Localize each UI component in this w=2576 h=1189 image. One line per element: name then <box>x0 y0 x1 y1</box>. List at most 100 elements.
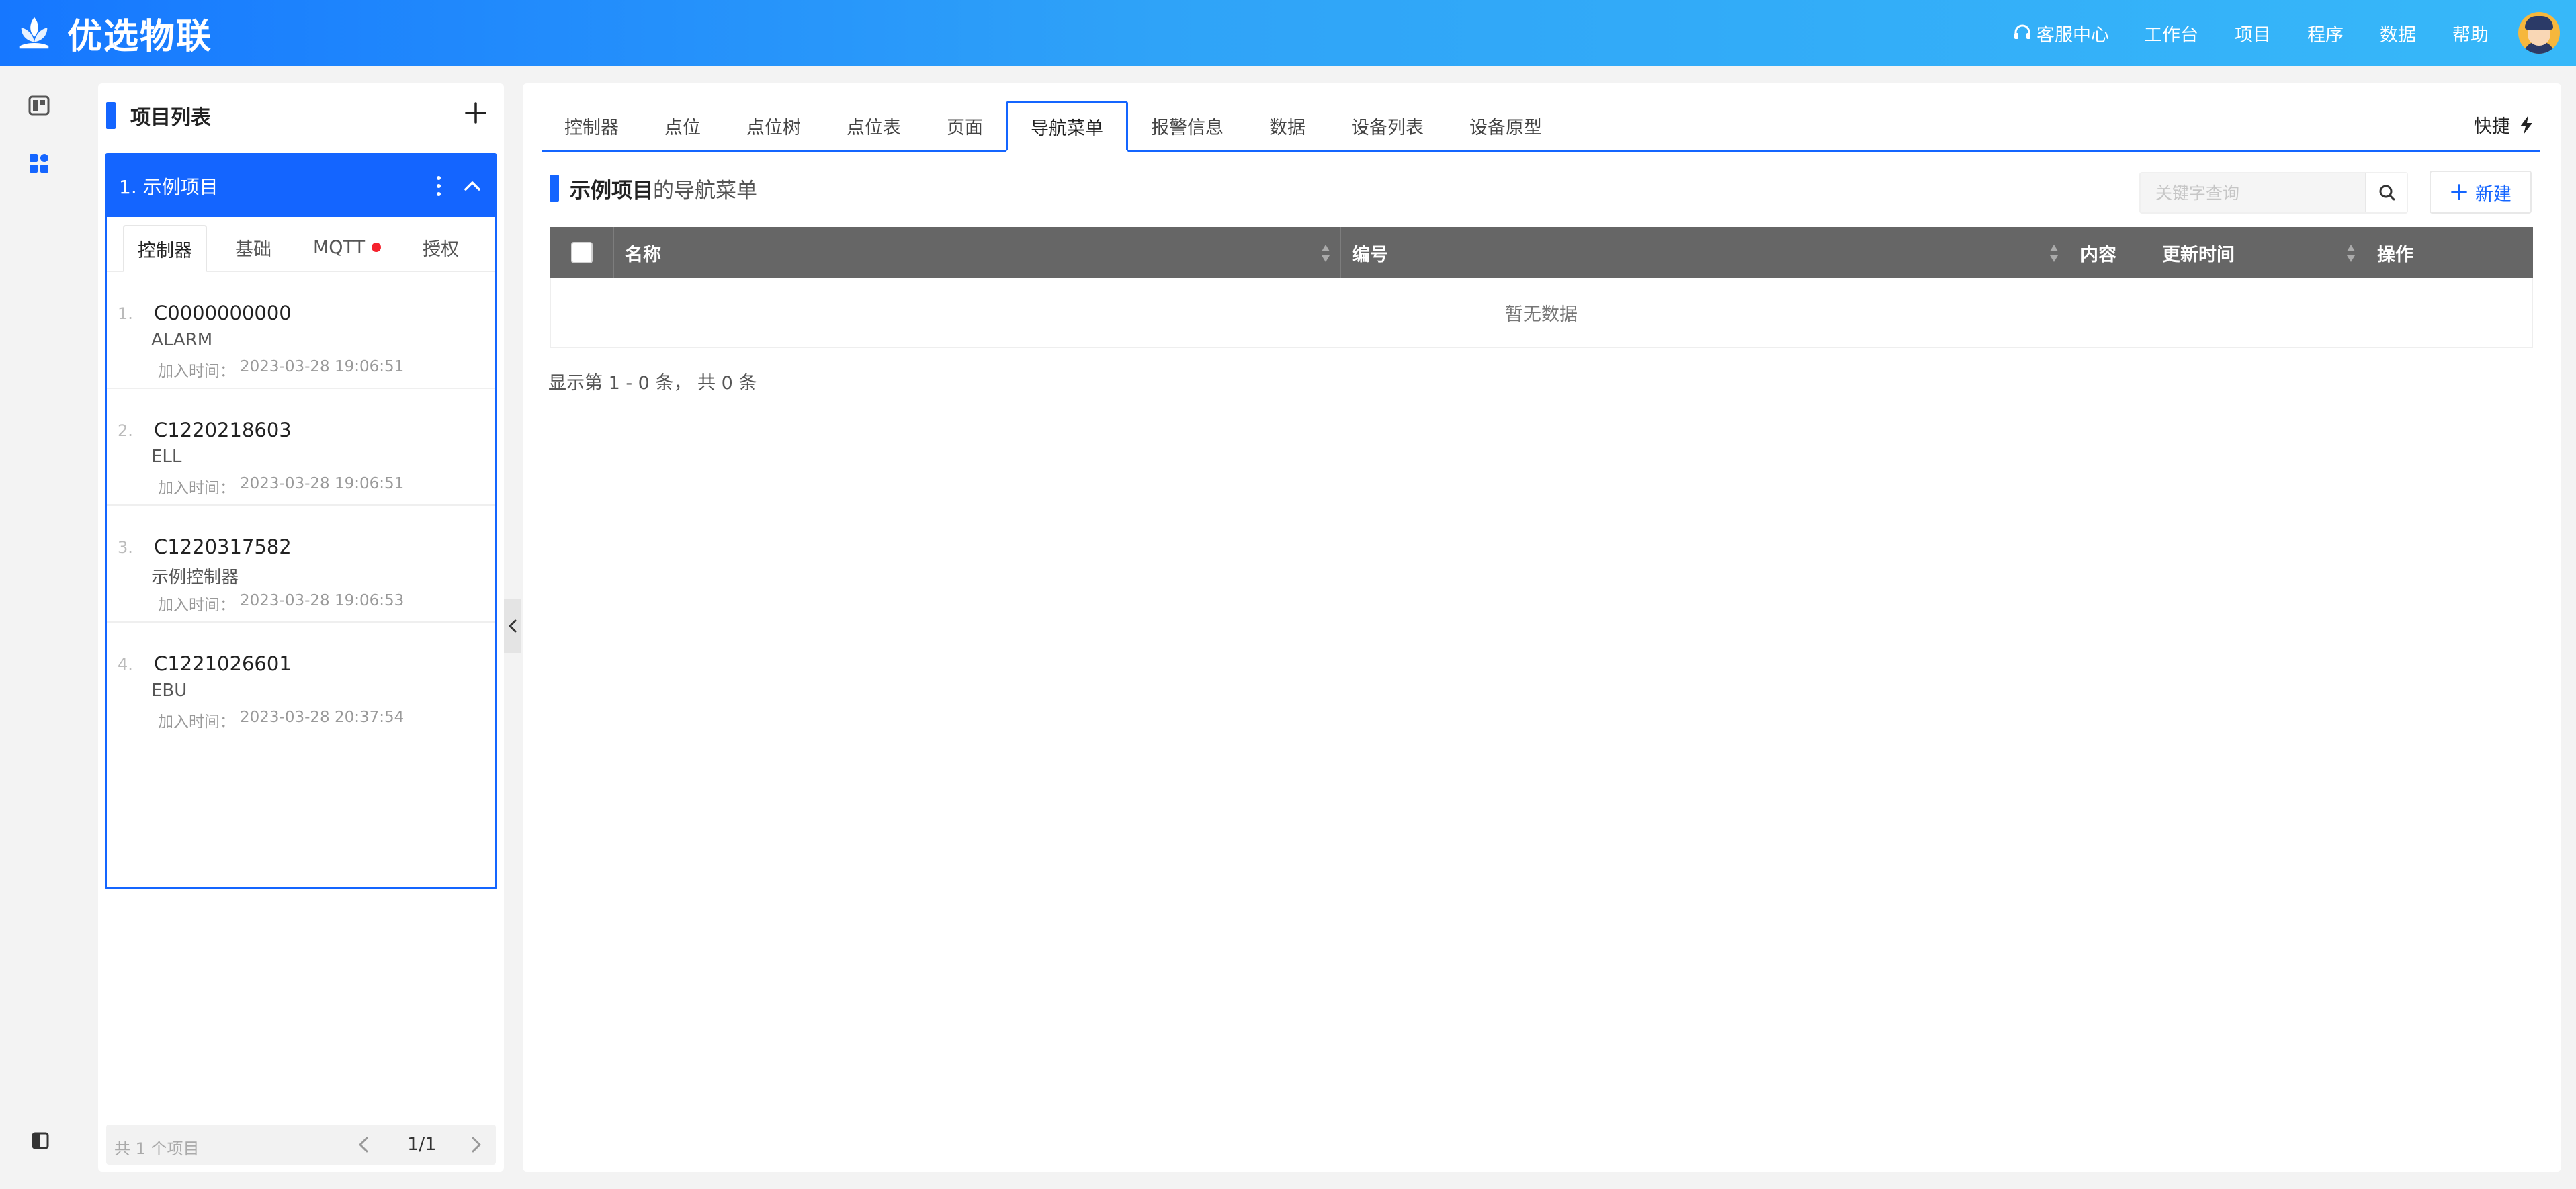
table-header: 名称 编号 内容 更新时间 操作 <box>550 227 2533 278</box>
app-name: 优选物联 <box>67 16 213 57</box>
controller-time-label: 加入时间： <box>158 480 235 497</box>
controller-code: C1220317582 <box>154 535 292 558</box>
tab-device-prototype[interactable]: 设备原型 <box>1447 101 1565 150</box>
nav-workbench[interactable]: 工作台 <box>2144 20 2198 46</box>
nav-customer-service[interactable]: 客服中心 <box>2012 20 2109 46</box>
controller-item[interactable]: 2. C1220218603 ELL 加入时间： 2023-03-28 19:0… <box>107 389 495 506</box>
project-name: 1. 示例项目 <box>119 176 218 198</box>
subtab-authorization[interactable]: 授权 <box>409 224 472 271</box>
select-all-cell <box>550 227 614 278</box>
controller-time-label: 加入时间： <box>158 713 235 731</box>
tab-point[interactable]: 点位 <box>642 101 724 150</box>
layout-icon[interactable] <box>28 94 50 117</box>
subtab-controller[interactable]: 控制器 <box>123 225 207 272</box>
app-logo[interactable]: 优选物联 <box>15 8 212 58</box>
section-title-project: 示例项目 <box>570 179 653 203</box>
controller-index: 4. <box>118 655 133 674</box>
controller-time-label: 加入时间： <box>158 363 235 380</box>
search-input[interactable] <box>2141 173 2365 212</box>
search-icon <box>2379 185 2395 201</box>
top-nav: 客服中心 工作台 项目 程序 数据 帮助 <box>2012 0 2576 66</box>
controller-item[interactable]: 4. C1221026601 EBU 加入时间： 2023-03-28 20:3… <box>107 623 495 740</box>
controller-time: 2023-03-28 19:06:51 <box>240 358 404 376</box>
keyword-search <box>2139 172 2408 214</box>
controller-name: ELL <box>151 447 182 467</box>
controller-time-label: 加入时间： <box>158 597 235 614</box>
table-empty-state: 暂无数据 <box>550 278 2533 348</box>
tab-device-list[interactable]: 设备列表 <box>1328 101 1447 150</box>
controller-time: 2023-03-28 20:37:54 <box>240 709 404 726</box>
nav-data[interactable]: 数据 <box>2380 20 2416 46</box>
headset-icon <box>2014 24 2030 39</box>
tab-page[interactable]: 页面 <box>924 101 1006 150</box>
sort-icon[interactable] <box>2346 242 2356 265</box>
section-accent-bar <box>550 175 559 202</box>
sidebar-toggle-icon[interactable] <box>31 1131 50 1150</box>
panel-collapse-handle[interactable] <box>504 599 521 653</box>
kebab-icon[interactable] <box>436 174 441 198</box>
nav-help[interactable]: 帮助 <box>2452 20 2489 46</box>
apps-grid-icon[interactable] <box>28 152 50 175</box>
project-count: 共 1 个项目 <box>114 1139 200 1158</box>
new-button[interactable]: 新建 <box>2430 171 2532 214</box>
subtab-authorization-label: 授权 <box>423 238 460 260</box>
chevron-up-icon[interactable] <box>462 175 483 197</box>
quick-actions-button[interactable]: 快捷 <box>2474 112 2536 138</box>
column-header-actions: 操作 <box>2366 227 2533 278</box>
main-tabs: 控制器 点位 点位树 点位表 页面 导航菜单 报警信息 数据 设备列表 设备原型 <box>542 101 2540 152</box>
plus-icon[interactable] <box>462 99 489 126</box>
nav-menu-table: 名称 编号 内容 更新时间 操作 暂无数据 <box>550 227 2533 348</box>
title-accent-bar <box>106 102 116 129</box>
top-header: 优选物联 客服中心 工作台 项目 程序 数据 帮助 <box>0 0 2576 66</box>
user-avatar[interactable] <box>2518 12 2560 54</box>
column-header-content: 内容 <box>2069 227 2151 278</box>
controller-code: C1221026601 <box>154 652 292 675</box>
nav-program[interactable]: 程序 <box>2307 20 2344 46</box>
subtab-basic[interactable]: 基础 <box>222 224 285 271</box>
controller-name: EBU <box>151 680 187 701</box>
table-summary: 显示第 1 - 0 条， 共 0 条 <box>548 373 757 394</box>
project-bar[interactable]: 1. 示例项目 <box>107 155 495 217</box>
controller-name: ALARM <box>151 330 213 350</box>
section-title-suffix: 的导航菜单 <box>653 179 757 203</box>
column-header-name: 名称 <box>614 227 1341 278</box>
sprout-logo-icon <box>19 17 49 49</box>
search-button[interactable] <box>2365 173 2407 212</box>
tab-point-table[interactable]: 点位表 <box>824 101 924 150</box>
sort-icon[interactable] <box>2049 242 2059 265</box>
controller-index: 2. <box>118 421 133 440</box>
project-panel-header: 项目列表 <box>98 83 504 150</box>
chevron-right-icon[interactable] <box>465 1134 486 1155</box>
section-title: 示例项目的导航菜单 <box>570 173 757 204</box>
column-label: 名称 <box>625 244 661 265</box>
subtab-mqtt-label: MQTT <box>313 236 366 258</box>
column-label: 编号 <box>1352 244 1388 265</box>
controller-item[interactable]: 3. C1220317582 示例控制器 加入时间： 2023-03-28 19… <box>107 506 495 623</box>
column-header-updated: 更新时间 <box>2151 227 2366 278</box>
column-label: 更新时间 <box>2162 244 2235 265</box>
controller-code: C0000000000 <box>154 302 292 324</box>
controller-time: 2023-03-28 19:06:51 <box>240 475 404 492</box>
select-all-checkbox[interactable] <box>570 242 593 263</box>
mqtt-status-dot <box>372 243 382 252</box>
main-panel: 控制器 点位 点位树 点位表 页面 导航菜单 报警信息 数据 设备列表 设备原型… <box>523 83 2561 1172</box>
chevron-left-icon[interactable] <box>353 1134 375 1155</box>
tab-controller[interactable]: 控制器 <box>542 101 642 150</box>
nav-project[interactable]: 项目 <box>2235 20 2271 46</box>
controller-item[interactable]: 1. C0000000000 ALARM 加入时间： 2023-03-28 19… <box>107 272 495 389</box>
controller-time: 2023-03-28 19:06:53 <box>240 592 404 609</box>
controller-name: 示例控制器 <box>151 568 239 588</box>
tab-nav-menu[interactable]: 导航菜单 <box>1006 101 1128 152</box>
project-subtabs: 控制器 基础 MQTT 授权 <box>107 217 495 272</box>
tab-point-tree[interactable]: 点位树 <box>724 101 824 150</box>
tab-alarm-info[interactable]: 报警信息 <box>1128 101 1246 150</box>
controller-list: 1. C0000000000 ALARM 加入时间： 2023-03-28 19… <box>107 272 495 740</box>
tab-data[interactable]: 数据 <box>1246 101 1328 150</box>
chevron-left-icon <box>509 619 517 633</box>
lightning-icon <box>2520 115 2532 134</box>
subtab-basic-label: 基础 <box>235 238 271 260</box>
left-rail <box>0 66 77 1189</box>
page-indicator: 1/1 <box>407 1134 437 1155</box>
subtab-mqtt[interactable]: MQTT <box>300 224 394 271</box>
sort-icon[interactable] <box>1320 242 1331 265</box>
